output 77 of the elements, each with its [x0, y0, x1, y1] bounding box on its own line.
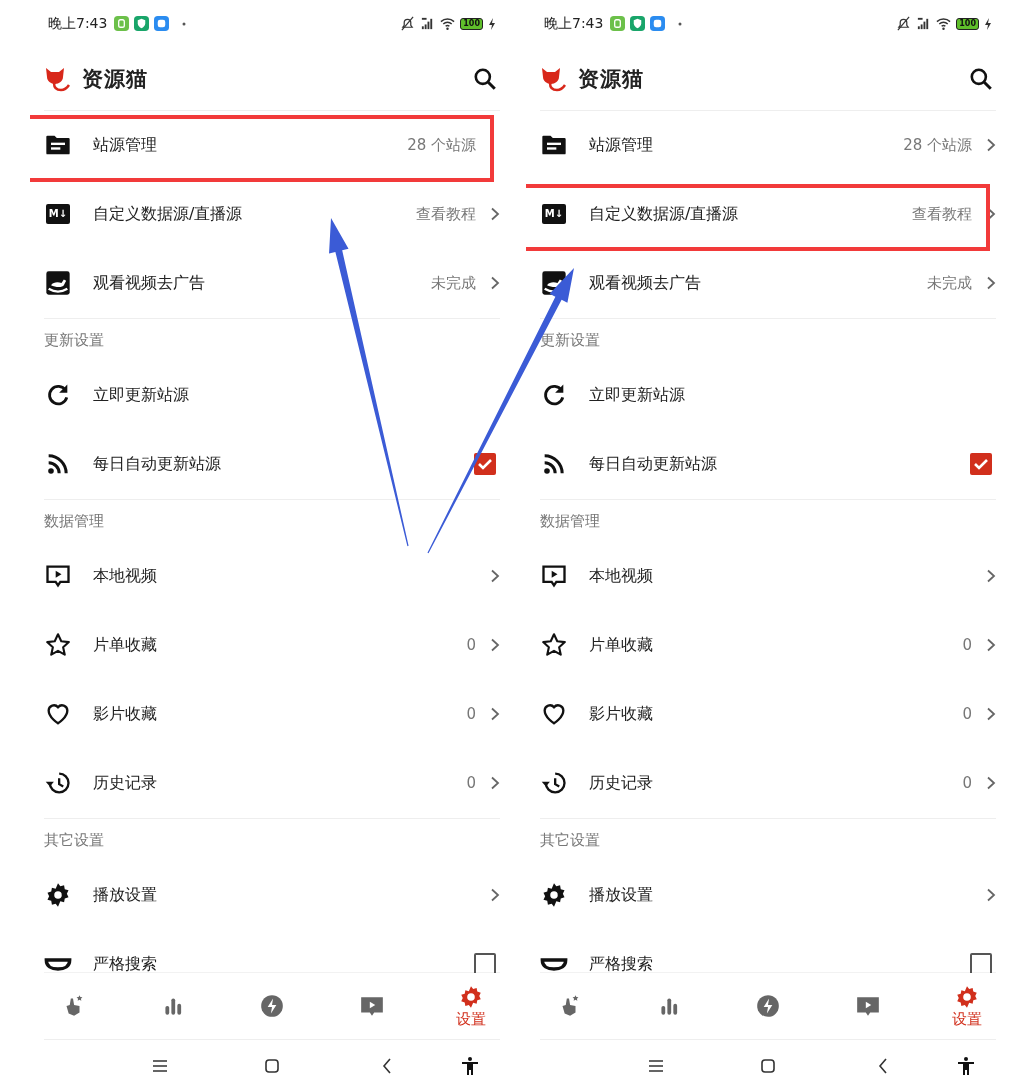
status-time: 晚上7:43: [48, 14, 108, 33]
setting-label[interactable]: 影片收藏: [589, 703, 963, 725]
setting-label[interactable]: 历史记录: [93, 772, 467, 794]
item-value: 0: [962, 774, 972, 793]
chat-notification-icon: [650, 16, 666, 32]
setting-label[interactable]: 每日自动更新站源: [93, 453, 474, 475]
section-header: 更新设置: [540, 329, 601, 351]
setting-label[interactable]: 片单收藏: [93, 634, 467, 656]
checkbox[interactable]: [970, 953, 992, 974]
app-title: 资源猫: [82, 65, 149, 93]
rocking-horse-icon: [44, 269, 72, 298]
item-value: 查看教程: [912, 204, 972, 224]
setting-label[interactable]: 本地视频: [589, 565, 986, 587]
setting-label[interactable]: 观看视频去广告: [589, 272, 927, 294]
tab-label[interactable]: 设置: [456, 1009, 486, 1029]
home-icon[interactable]: [758, 1056, 778, 1076]
item-value: 未完成: [431, 273, 476, 293]
item-value: 查看教程: [416, 204, 476, 224]
item-value: 0: [466, 636, 476, 655]
accessibility-icon[interactable]: [460, 1056, 480, 1076]
chat-notification-icon: [154, 16, 170, 32]
section-header: 数据管理: [540, 510, 601, 532]
setting-label[interactable]: 每日自动更新站源: [589, 453, 970, 475]
item-value: 未完成: [927, 273, 972, 293]
muted-bell-icon: [896, 16, 912, 32]
wifi-icon: [440, 16, 456, 32]
section-header: 更新设置: [44, 329, 105, 351]
setting-label[interactable]: 严格搜索: [93, 953, 474, 974]
app-notification-icon: [610, 16, 626, 32]
section-header: 其它设置: [540, 829, 601, 851]
setting-label[interactable]: 片单收藏: [589, 634, 963, 656]
more-dot-icon: [182, 21, 187, 26]
item-value: 0: [962, 636, 972, 655]
setting-label[interactable]: 自定义数据源/直播源: [589, 203, 912, 225]
item-value: 0: [466, 774, 476, 793]
setting-label[interactable]: 站源管理: [589, 134, 904, 156]
markdown-icon: M↓: [542, 204, 566, 225]
wifi-icon: [936, 16, 952, 32]
setting-label[interactable]: 观看视频去广告: [93, 272, 431, 294]
bowl-icon: [44, 957, 72, 971]
battery-level: 100: [956, 17, 979, 30]
charging-icon: [488, 17, 496, 30]
bowl-icon: [540, 957, 568, 971]
setting-label[interactable]: 历史记录: [589, 772, 963, 794]
setting-label[interactable]: 自定义数据源/直播源: [93, 203, 416, 225]
markdown-icon: M↓: [46, 204, 70, 225]
checkbox[interactable]: [970, 453, 992, 476]
setting-label[interactable]: 播放设置: [93, 884, 490, 906]
shield-notification-icon: [134, 16, 150, 32]
item-value: 0: [962, 705, 972, 724]
item-value: 28 个站源: [407, 135, 476, 155]
checkbox[interactable]: [474, 453, 496, 476]
setting-label[interactable]: 严格搜索: [589, 953, 970, 974]
setting-label[interactable]: 立即更新站源: [93, 384, 500, 406]
home-icon[interactable]: [262, 1056, 282, 1076]
battery-level: 100: [460, 17, 483, 30]
accessibility-icon[interactable]: [956, 1056, 976, 1076]
setting-label[interactable]: 立即更新站源: [589, 384, 996, 406]
bolt-icon[interactable]: [259, 993, 285, 1020]
item-value: 0: [466, 705, 476, 724]
status-time: 晚上7:43: [544, 14, 604, 33]
setting-label[interactable]: 播放设置: [589, 884, 986, 906]
more-dot-icon: [678, 21, 683, 26]
shield-notification-icon: [630, 16, 646, 32]
tab-label[interactable]: 设置: [952, 1009, 982, 1029]
bolt-icon[interactable]: [755, 993, 781, 1020]
app-title: 资源猫: [578, 65, 645, 93]
setting-label[interactable]: 本地视频: [93, 565, 490, 587]
muted-bell-icon: [400, 16, 416, 32]
checkbox[interactable]: [474, 953, 496, 974]
setting-label[interactable]: 影片收藏: [93, 703, 467, 725]
charging-icon: [984, 17, 992, 30]
item-value: 28 个站源: [903, 135, 972, 155]
app-notification-icon: [114, 16, 130, 32]
section-header: 其它设置: [44, 829, 105, 851]
setting-label[interactable]: 站源管理: [93, 134, 408, 156]
section-header: 数据管理: [44, 510, 105, 532]
